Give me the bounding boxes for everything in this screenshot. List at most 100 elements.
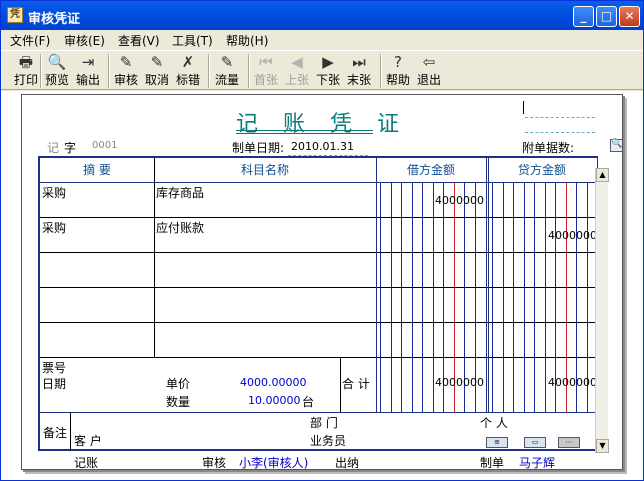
toolbar-button-label: 下张 xyxy=(315,73,340,87)
total-debit: 4000000 xyxy=(435,376,484,389)
toolbar-button-label: 预览 xyxy=(44,73,69,87)
toolbar-separator xyxy=(248,54,250,88)
auditor-name: 小李(审核人) xyxy=(239,456,309,470)
minimize-button[interactable]: _ xyxy=(573,6,594,27)
menu-view[interactable]: 查看(V) xyxy=(118,32,160,49)
row-line xyxy=(40,322,598,323)
summary-cell[interactable]: 采购 xyxy=(42,184,66,201)
col-line xyxy=(340,357,341,412)
debit-cell[interactable]: 4000000 xyxy=(378,194,484,207)
maker-name: 马子辉 xyxy=(519,456,556,470)
row-line xyxy=(40,217,598,218)
voucher-word-label: 字 xyxy=(64,141,77,155)
help-icon: ? xyxy=(394,53,402,71)
dept-label: 部 门 xyxy=(310,416,338,430)
voucher-grid: 摘 要科目名称 借方金额 贷方金额 采购 库存商品 4000000 采购 应付账款 400000… xyxy=(38,156,598,451)
account-cell[interactable]: 应付账款 xyxy=(156,219,204,236)
total-credit: 4000000 xyxy=(548,376,597,389)
close-button[interactable]: ✕ xyxy=(619,6,640,27)
menu-help[interactable]: 帮助(H) xyxy=(226,32,268,49)
toolbar-button-label: 末张 xyxy=(346,73,371,87)
toolbar: 🖶 打印 🔍 预览 ⇥ 输出 ✎ 审核 ✎ 取消 ✗ 标错 ✎ 流量 ⏮ 首张 ◀ 上张 ▶ 下张 ⏭ 末张? 帮助 ⇦ 退出 xyxy=(1,50,643,90)
toolbar-button-preview[interactable]: 🔍 预览 xyxy=(42,53,72,89)
row-line xyxy=(40,182,598,183)
app-icon: 凭 xyxy=(7,7,23,23)
date-label-footer: 日期 xyxy=(42,377,67,391)
unit-price-label: 单价 xyxy=(166,377,191,391)
toolbar-button-cancel[interactable]: ✎ 取消 xyxy=(142,53,172,89)
first-icon: ⏮ xyxy=(259,53,273,71)
toolbar-button-prev[interactable]: ◀ 上张 xyxy=(282,53,312,89)
summary-cell[interactable]: 采购 xyxy=(42,219,66,236)
toolbar-button-label: 上张 xyxy=(284,73,309,87)
preview-icon: 🔍 xyxy=(47,53,67,71)
col-line xyxy=(488,158,489,412)
scroll-up-icon[interactable]: ▲ xyxy=(596,168,609,182)
toolbar-button-label: 流量 xyxy=(214,73,239,87)
window: 凭 审核凭证 _ □ ✕ 文件(F) 审核(E) 查看(V) 工具(T) 帮助(… xyxy=(0,0,644,481)
exit-icon: ⇦ xyxy=(422,53,436,71)
title-bar: 凭 审核凭证 _ □ ✕ xyxy=(1,1,643,30)
vertical-scrollbar[interactable]: ▲ ▼ xyxy=(595,168,609,453)
salesman-label: 业务员 xyxy=(310,434,347,448)
col-line xyxy=(486,158,487,412)
toolbar-separator xyxy=(380,54,382,88)
header-credit: 贷方金额 xyxy=(517,163,566,177)
close-icon: ✕ xyxy=(624,9,635,23)
minimize-icon: _ xyxy=(580,9,587,23)
col-line xyxy=(154,158,155,357)
toolbar-button-label: 审核 xyxy=(113,73,138,87)
header-account: 科目名称 xyxy=(240,163,289,177)
audit-icon: ✎ xyxy=(119,53,133,71)
unit-label: 台 xyxy=(302,395,315,409)
toolbar-button-first[interactable]: ⏮ 首张 xyxy=(251,53,281,89)
voucher-date[interactable]: 2010.01.31 xyxy=(291,140,354,153)
toolbar-button-audit[interactable]: ✎ 审核 xyxy=(111,53,141,89)
menu-audit[interactable]: 审核(E) xyxy=(64,32,105,49)
card-icon[interactable]: ≡ xyxy=(486,437,508,448)
scroll-down-icon[interactable]: ▼ xyxy=(596,439,609,453)
customer-label: 客 户 xyxy=(74,434,102,448)
dashed-line xyxy=(525,117,595,118)
toolbar-button-mark-error[interactable]: ✗ 标错 xyxy=(173,53,203,89)
menu-file[interactable]: 文件(F) xyxy=(10,32,50,49)
menu-tools[interactable]: 工具(T) xyxy=(172,32,213,49)
header-debit: 借方金额 xyxy=(406,163,455,177)
dashed-line xyxy=(525,132,595,133)
menu-bar: 文件(F) 审核(E) 查看(V) 工具(T) 帮助(H) xyxy=(1,30,643,49)
toolbar-separator xyxy=(208,54,210,88)
toolbar-button-printer[interactable]: 🖶 打印 xyxy=(11,53,41,89)
toolbar-button-next[interactable]: ▶ 下张 xyxy=(313,53,343,89)
bookkeep-label: 记账 xyxy=(74,456,99,470)
toolbar-button-exit[interactable]: ⇦ 退出 xyxy=(414,53,444,89)
cashier-label: 出纳 xyxy=(335,456,360,470)
footer-line xyxy=(40,412,598,413)
voucher-area: 记 账 凭 证 记 字 0001 制单日期: 2010.01.31 附单据数: … xyxy=(1,91,643,480)
toolbar-button-help[interactable]: ? 帮助 xyxy=(383,53,413,89)
qty-label: 数量 xyxy=(166,395,191,409)
voucher-paper: 记 账 凭 证 记 字 0001 制单日期: 2010.01.31 附单据数: … xyxy=(21,94,623,470)
toolbar-button-label: 帮助 xyxy=(385,73,410,87)
toolbar-button-last[interactable]: ⏭ 末张 xyxy=(344,53,374,89)
window-title: 审核凭证 xyxy=(28,12,81,27)
export-icon: ⇥ xyxy=(81,53,95,71)
credit-cell[interactable]: 4000000 xyxy=(490,229,597,242)
toolbar-button-export[interactable]: ⇥ 输出 xyxy=(73,53,103,89)
date-label: 制单日期: xyxy=(232,141,285,155)
toolbar-button-label: 首张 xyxy=(253,73,278,87)
last-icon: ⏭ xyxy=(352,53,366,71)
toolbar-button-cashflow[interactable]: ✎ 流量 xyxy=(212,53,242,89)
qty-value: 10.00000 xyxy=(248,394,301,407)
title-underline xyxy=(236,130,373,131)
toolbar-button-label: 退出 xyxy=(416,73,441,87)
maximize-button[interactable]: □ xyxy=(596,6,617,27)
search-icon[interactable]: 🔍 xyxy=(610,139,623,152)
next-icon: ▶ xyxy=(322,53,334,71)
attachments-label: 附单据数: xyxy=(522,141,575,155)
account-cell[interactable]: 库存商品 xyxy=(156,184,204,201)
col-line xyxy=(376,158,377,412)
tool-icon[interactable]: ⋯ xyxy=(558,437,580,448)
voucher-number[interactable]: 0001 xyxy=(92,140,117,151)
monitor-icon[interactable]: ▭ xyxy=(524,437,546,448)
voucher-type[interactable]: 记 xyxy=(47,139,59,156)
